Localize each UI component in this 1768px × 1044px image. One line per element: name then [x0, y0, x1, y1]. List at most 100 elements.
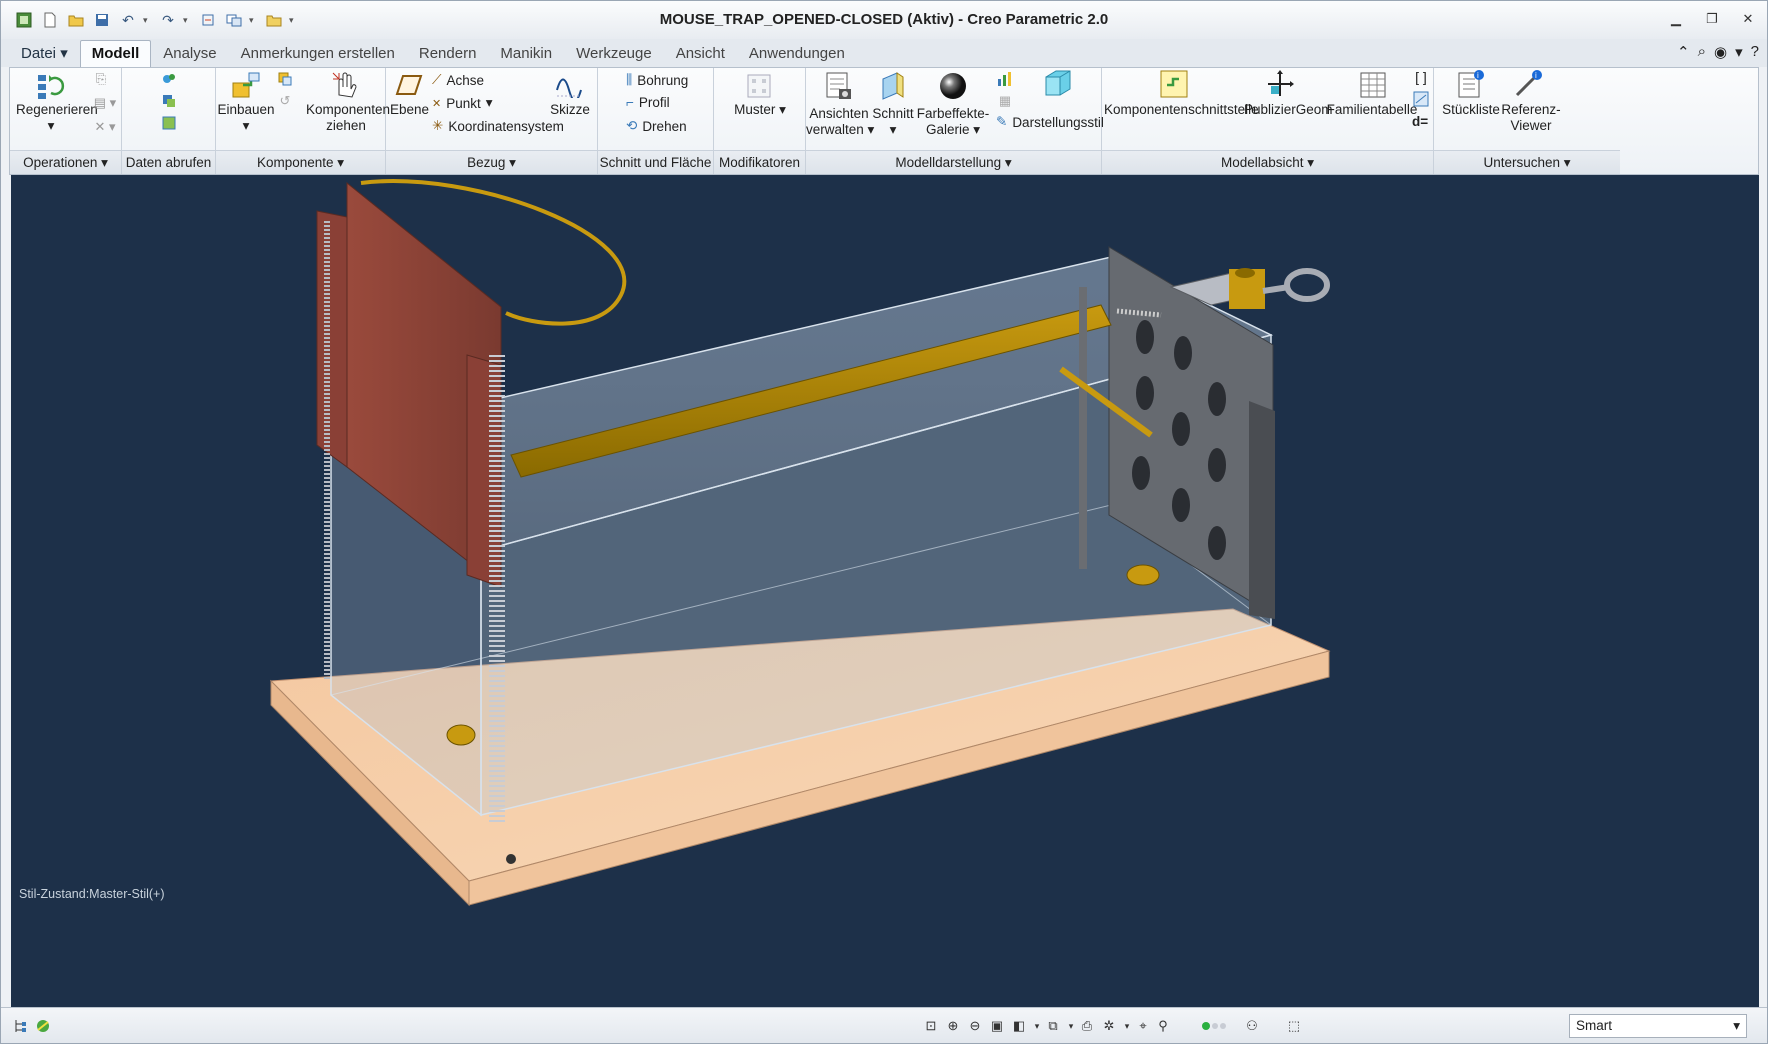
family-table-icon[interactable] — [1358, 70, 1388, 100]
annotation-display-icon[interactable]: ⚲ — [1153, 1016, 1173, 1036]
section-button[interactable]: Schnitt ▾ — [870, 106, 916, 138]
bill-of-materials-icon[interactable]: i — [1454, 68, 1486, 100]
help-dropdown-icon[interactable]: ▾ — [1735, 43, 1743, 61]
saved-views-icon[interactable]: ⧉ — [1043, 1016, 1063, 1036]
zoom-in-icon[interactable]: ⊕ — [943, 1016, 963, 1036]
tab-ansicht[interactable]: Ansicht — [664, 40, 737, 67]
group-label-schnitt-flaeche[interactable]: Schnitt und Fläche ▾ — [598, 150, 713, 194]
tab-datei[interactable]: Datei ▾ — [9, 39, 80, 67]
delete-icon[interactable]: ✕ ▾ — [92, 118, 118, 136]
profile-button[interactable]: ⌐ Profil — [626, 95, 670, 110]
redo-icon[interactable]: ↷ — [157, 9, 179, 31]
tab-rendern[interactable]: Rendern — [407, 40, 489, 67]
manage-views-button[interactable]: Ansichten verwalten ▾ — [806, 106, 874, 138]
publish-geometry-icon[interactable] — [1264, 68, 1296, 100]
sketch-button[interactable]: Skizze — [548, 102, 592, 118]
coordinate-system-button[interactable]: ✳ Koordinatensystem — [432, 118, 564, 134]
appearance-gallery-icon[interactable] — [938, 70, 968, 102]
hole-button[interactable]: ⫼ Bohrung — [626, 72, 688, 88]
help-icon[interactable]: ? — [1751, 43, 1759, 61]
d-equals-icon[interactable]: d= — [1412, 114, 1428, 129]
windows-icon[interactable] — [223, 9, 245, 31]
pattern-button[interactable]: Muster ▾ — [724, 102, 796, 118]
windows-dropdown-icon[interactable]: ▾ — [249, 15, 259, 26]
save-icon[interactable] — [91, 9, 113, 31]
minimize-icon[interactable]: ▁ — [1665, 9, 1687, 29]
scene-icon[interactable] — [996, 70, 1014, 88]
user-defined-feature-icon[interactable] — [160, 70, 178, 88]
tab-anwendungen[interactable]: Anwendungen — [737, 40, 857, 67]
shaded-cube-icon[interactable] — [1040, 66, 1076, 100]
search-icon[interactable]: ⌕ — [1698, 43, 1706, 61]
new-file-icon[interactable] — [39, 9, 61, 31]
tab-manikin[interactable]: Manikin — [488, 40, 564, 67]
repaint-icon[interactable]: ▣ — [987, 1016, 1007, 1036]
paste-icon[interactable]: ▤ ▾ — [92, 94, 118, 112]
plane-icon[interactable] — [394, 70, 424, 100]
drag-components-button[interactable]: Komponenten ziehen — [306, 102, 390, 134]
appearance-gallery-button[interactable]: Farbeffekte- Galerie ▾ — [916, 106, 990, 138]
mouse-trap-model[interactable] — [11, 175, 1759, 1007]
publish-geometry-button[interactable]: PublizierGeom — [1244, 102, 1333, 118]
plane-button[interactable]: Ebene — [390, 102, 429, 118]
copy-geometry-icon[interactable] — [160, 92, 178, 110]
view-manager-icon[interactable]: ⎙ — [1077, 1016, 1097, 1036]
create-component-icon[interactable] — [276, 70, 294, 88]
sketch-icon[interactable] — [554, 70, 584, 100]
axis-button[interactable]: ⟋ Achse — [432, 72, 484, 88]
undo-icon[interactable]: ↶ — [117, 9, 139, 31]
bill-of-materials-button[interactable]: Stückliste — [1438, 102, 1504, 118]
group-label-modifikatoren[interactable]: Modifikatoren ▾ — [714, 150, 805, 194]
group-label-bezug[interactable]: Bezug ▾ — [386, 150, 597, 174]
relations-icon[interactable] — [1412, 90, 1430, 108]
drag-components-icon[interactable] — [328, 68, 360, 100]
regenerate-button[interactable]: Regenerieren ▾ — [16, 102, 98, 134]
display-style-status-icon[interactable]: ◧ — [1009, 1016, 1029, 1036]
shrinkwrap-icon[interactable] — [160, 114, 178, 132]
display-style-button[interactable]: ✎ Darstellungsstil — [996, 114, 1104, 130]
open-folder-icon[interactable] — [65, 9, 87, 31]
group-label-daten-abrufen[interactable]: Daten abrufen ▾ — [122, 150, 215, 194]
regenerate-quick-icon[interactable] — [197, 9, 219, 31]
parameters-icon[interactable]: [ ] — [1412, 68, 1430, 86]
reference-viewer-button[interactable]: Referenz- Viewer — [1498, 102, 1564, 134]
tab-analyse[interactable]: Analyse — [151, 40, 228, 67]
group-label-operationen[interactable]: Operationen ▾ — [10, 150, 121, 174]
graphics-viewport[interactable]: Stil-Zustand:Master-Stil(+) — [11, 175, 1759, 1007]
refit-icon[interactable]: ⊡ — [921, 1016, 941, 1036]
close-window-icon[interactable] — [263, 9, 285, 31]
brass-foot[interactable] — [446, 724, 476, 746]
browser-toggle-icon[interactable] — [33, 1016, 53, 1036]
model-tree-toggle-icon[interactable] — [11, 1016, 31, 1036]
maximize-icon[interactable]: ❐ — [1701, 9, 1723, 29]
undo-dropdown-icon[interactable]: ▾ — [143, 15, 153, 26]
assemble-icon[interactable] — [228, 70, 262, 102]
family-table-button[interactable]: Familientabelle — [1324, 102, 1420, 118]
community-icon[interactable]: ◉ — [1714, 43, 1727, 61]
redo-dropdown-icon[interactable]: ▾ — [183, 15, 193, 26]
datum-display-icon[interactable]: ✲ — [1099, 1016, 1119, 1036]
tab-modell[interactable]: Modell — [79, 40, 152, 67]
regenerate-icon[interactable] — [34, 70, 66, 102]
tab-werkzeuge[interactable]: Werkzeuge — [564, 40, 664, 67]
collapse-ribbon-icon[interactable]: ⌃ — [1677, 43, 1690, 61]
group-label-modellabsicht[interactable]: Modellabsicht ▾ — [1102, 150, 1433, 174]
reference-viewer-icon[interactable]: i — [1512, 68, 1544, 100]
close-icon[interactable]: ✕ — [1737, 9, 1759, 29]
app-icon[interactable] — [13, 9, 35, 31]
selection-box-icon[interactable]: ⬚ — [1281, 1016, 1307, 1036]
section-icon[interactable] — [878, 70, 908, 102]
component-interface-icon[interactable] — [1158, 68, 1190, 100]
point-button[interactable]: ✕ Punkt ▾ — [432, 95, 493, 111]
spin-center-icon[interactable]: ⌖ — [1133, 1016, 1153, 1036]
revolve-button[interactable]: ⟲ Drehen — [626, 118, 687, 134]
repeat-icon[interactable]: ↺ — [276, 92, 294, 110]
component-interface-button[interactable]: Komponentenschnittstelle — [1104, 102, 1259, 118]
customize-toolbar-icon[interactable]: ▾ — [289, 15, 299, 26]
zoom-out-icon[interactable]: ⊖ — [965, 1016, 985, 1036]
pattern-icon[interactable] — [744, 72, 774, 100]
find-icon[interactable]: ⚇ — [1239, 1016, 1265, 1036]
manage-views-icon[interactable] — [824, 70, 854, 102]
group-label-modelldarstellung[interactable]: Modelldarstellung ▾ — [806, 150, 1101, 174]
tab-anmerkungen[interactable]: Anmerkungen erstellen — [229, 40, 407, 67]
